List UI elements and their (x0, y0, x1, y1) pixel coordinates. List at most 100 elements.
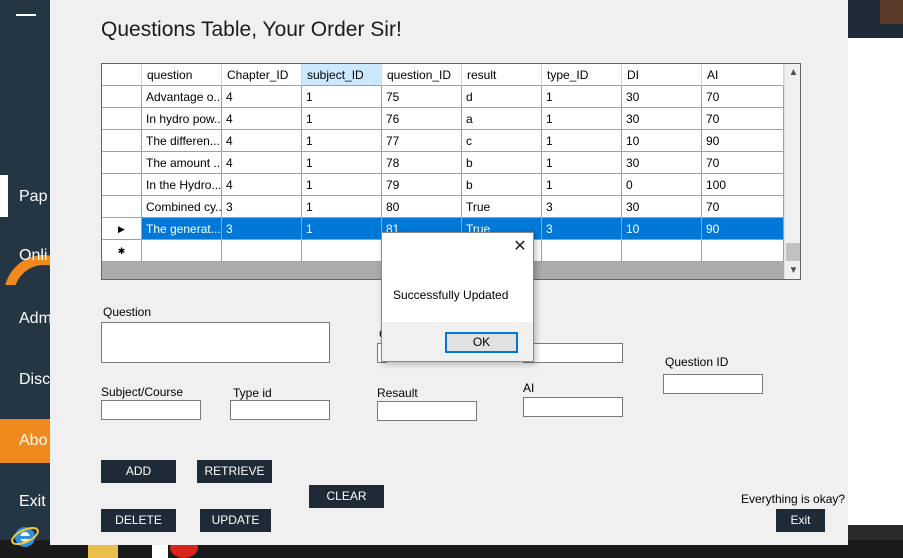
update-button[interactable]: UPDATE (200, 509, 271, 532)
column-header-question-id[interactable]: question_ID (382, 64, 462, 86)
table-cell[interactable]: 0 (622, 174, 702, 196)
column-header-subject-id[interactable]: subject_ID (302, 64, 382, 86)
scrollbar-thumb[interactable] (786, 243, 800, 261)
table-cell[interactable]: True (462, 196, 542, 218)
question-id-input[interactable] (663, 374, 763, 394)
table-cell[interactable]: a (462, 108, 542, 130)
table-cell[interactable]: Advantage o... (142, 86, 222, 108)
add-button[interactable]: ADD (101, 460, 176, 483)
row-header[interactable] (102, 108, 142, 130)
sidebar-item-adm[interactable]: Adm (0, 299, 50, 339)
row-header[interactable] (102, 130, 142, 152)
row-header[interactable] (102, 86, 142, 108)
table-cell[interactable]: 1 (302, 86, 382, 108)
column-header-chapter-id[interactable]: Chapter_ID (222, 64, 302, 86)
table-cell[interactable]: The differen... (142, 130, 222, 152)
table-cell[interactable]: 70 (702, 86, 784, 108)
table-cell[interactable]: 70 (702, 152, 784, 174)
table-cell[interactable]: 4 (222, 174, 302, 196)
table-cell[interactable]: The generat... (142, 218, 222, 240)
exit-button[interactable]: Exit (776, 509, 825, 532)
result-input[interactable] (377, 401, 477, 421)
table-cell[interactable] (702, 240, 784, 262)
retrieve-button[interactable]: RETRIEVE (197, 460, 272, 483)
table-cell[interactable]: 1 (542, 174, 622, 196)
table-cell[interactable]: 1 (542, 108, 622, 130)
close-icon[interactable]: ✕ (512, 238, 528, 256)
table-cell[interactable]: 30 (622, 86, 702, 108)
table-cell[interactable]: 1 (542, 86, 622, 108)
column-header-type-id[interactable]: type_ID (542, 64, 622, 86)
table-cell[interactable]: 1 (302, 108, 382, 130)
table-cell[interactable]: 1 (302, 130, 382, 152)
table-row[interactable]: The differen... 4 1 77 c 1 10 90 (102, 130, 784, 152)
table-cell[interactable]: 79 (382, 174, 462, 196)
table-row[interactable]: In the Hydro... 4 1 79 b 1 0 100 (102, 174, 784, 196)
table-cell[interactable]: 3 (222, 218, 302, 240)
table-cell[interactable] (142, 240, 222, 262)
table-cell[interactable]: 3 (542, 218, 622, 240)
table-cell[interactable]: d (462, 86, 542, 108)
sidebar-item-abo[interactable]: Abo (0, 419, 50, 463)
table-cell[interactable]: 1 (302, 152, 382, 174)
column-header-result[interactable]: result (462, 64, 542, 86)
internet-explorer-icon[interactable] (10, 521, 40, 551)
table-cell[interactable] (222, 240, 302, 262)
table-cell[interactable] (302, 240, 382, 262)
table-row[interactable]: The amount ... 4 1 78 b 1 30 70 (102, 152, 784, 174)
table-cell[interactable]: 30 (622, 108, 702, 130)
type-id-input[interactable] (230, 400, 330, 420)
table-cell[interactable]: 1 (542, 152, 622, 174)
table-cell[interactable]: 90 (702, 218, 784, 240)
sidebar-item-exit[interactable]: Exit (0, 482, 50, 522)
table-cell[interactable]: 1 (302, 174, 382, 196)
table-cell[interactable]: 3 (222, 196, 302, 218)
table-cell[interactable]: In hydro pow... (142, 108, 222, 130)
table-cell[interactable]: 70 (702, 196, 784, 218)
table-cell[interactable]: In the Hydro... (142, 174, 222, 196)
dl-input[interactable] (523, 343, 623, 363)
subject-course-input[interactable] (101, 400, 201, 420)
ok-button[interactable]: OK (445, 332, 518, 353)
shortcut-icon[interactable] (152, 543, 168, 558)
scroll-up-icon[interactable]: ▲ (785, 64, 800, 81)
row-header[interactable] (102, 152, 142, 174)
ai-input[interactable] (523, 397, 623, 417)
table-cell[interactable] (542, 240, 622, 262)
clear-button[interactable]: CLEAR (309, 485, 384, 508)
table-cell[interactable]: 10 (622, 218, 702, 240)
table-cell[interactable]: 70 (702, 108, 784, 130)
table-cell[interactable]: 77 (382, 130, 462, 152)
column-header-di[interactable]: DI (622, 64, 702, 86)
table-cell[interactable]: 1 (542, 130, 622, 152)
table-cell[interactable]: 78 (382, 152, 462, 174)
table-cell[interactable]: 30 (622, 196, 702, 218)
table-cell[interactable]: b (462, 152, 542, 174)
sidebar-item-onli[interactable]: Onli (0, 236, 50, 276)
table-cell[interactable]: 76 (382, 108, 462, 130)
delete-button[interactable]: DELETE (101, 509, 176, 532)
table-row[interactable]: Advantage o... 4 1 75 d 1 30 70 (102, 86, 784, 108)
table-cell[interactable] (622, 240, 702, 262)
table-row[interactable]: In hydro pow... 4 1 76 a 1 30 70 (102, 108, 784, 130)
table-cell[interactable]: 10 (622, 130, 702, 152)
row-header[interactable] (102, 196, 142, 218)
sidebar-item-disc[interactable]: Disc (0, 360, 50, 400)
table-cell[interactable]: 4 (222, 130, 302, 152)
table-cell[interactable]: c (462, 130, 542, 152)
table-cell[interactable]: Combined cy... (142, 196, 222, 218)
table-cell[interactable]: 4 (222, 86, 302, 108)
table-cell[interactable]: 1 (302, 196, 382, 218)
table-cell[interactable]: b (462, 174, 542, 196)
table-cell[interactable]: 4 (222, 152, 302, 174)
row-header[interactable] (102, 174, 142, 196)
row-header[interactable]: ▶ (102, 218, 142, 240)
table-cell[interactable]: 90 (702, 130, 784, 152)
table-cell[interactable]: 30 (622, 152, 702, 174)
column-header-question[interactable]: question (142, 64, 222, 86)
table-cell[interactable]: 100 (702, 174, 784, 196)
table-cell[interactable]: 4 (222, 108, 302, 130)
table-cell[interactable]: 80 (382, 196, 462, 218)
table-row[interactable]: Combined cy... 3 1 80 True 3 30 70 (102, 196, 784, 218)
grid-corner-header[interactable] (102, 64, 142, 86)
